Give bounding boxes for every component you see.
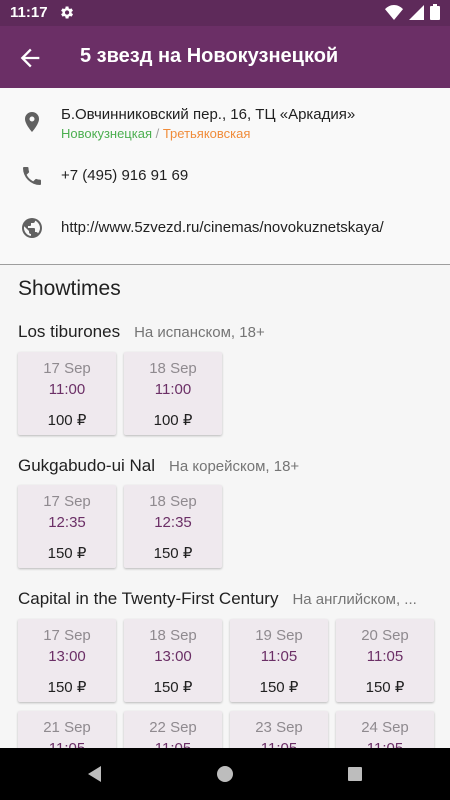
session-price: 150 ₽ [47,679,87,696]
phone-text: +7 (495) 916 91 69 [61,167,189,184]
session-date: 18 Sep [149,493,197,510]
settings-icon [58,4,75,26]
session-card[interactable]: 18 Sep 13:00 150 ₽ [124,619,222,702]
session-card[interactable]: 19 Sep 11:05 150 ₽ [230,619,328,702]
nav-recents-icon[interactable] [343,762,367,786]
session-grid: 21 Sep 11:05 22 Sep 11:05 23 Sep 11:05 2… [18,711,434,748]
movie-header: Capital in the Twenty-First Century На а… [18,589,438,609]
address-text: Б.Овчинниковский пер., 16, ТЦ «Аркадия» [61,106,356,123]
nav-back-icon[interactable] [83,762,107,786]
location-pin-icon [20,110,44,134]
globe-icon [20,216,44,240]
session-card[interactable]: 18 Sep 11:00 100 ₽ [124,352,222,435]
status-time: 11:17 [10,4,48,21]
movie-header: Los tiburones На испанском, 18+ [18,322,438,342]
session-card[interactable]: 24 Sep 11:05 [336,711,434,748]
status-bar: 11:17 [0,0,450,26]
session-date: 24 Sep [361,719,409,736]
session-price: 100 ₽ [153,412,193,429]
movie-meta: На английском, ... [292,591,417,608]
session-date: 17 Sep [43,627,91,644]
signal-icon [409,4,424,25]
session-time: 13:00 [48,648,86,665]
session-time: 11:00 [48,381,86,398]
session-price: 150 ₽ [153,545,193,562]
session-grid: 17 Sep 12:35 150 ₽ 18 Sep 12:35 150 ₽ [18,485,222,568]
nav-home-icon[interactable] [213,762,237,786]
session-date: 20 Sep [361,627,409,644]
session-time: 11:05 [124,740,222,748]
movie-title: Gukgabudo-ui Nal [18,456,156,475]
session-date: 18 Sep [149,360,197,377]
session-time: 12:35 [154,514,192,531]
metro-station-2: Третьяковская [162,126,251,141]
session-time: 12:35 [48,514,86,531]
back-arrow-icon[interactable] [16,44,44,72]
movie-meta: На корейском, 18+ [169,458,300,475]
movie-title: Los tiburones [18,322,121,341]
session-time: 13:00 [154,648,192,665]
session-price: 150 ₽ [365,679,405,696]
session-card[interactable]: 23 Sep 11:05 [230,711,328,748]
session-card[interactable]: 21 Sep 11:05 [18,711,116,748]
session-date: 21 Sep [43,719,91,736]
movie-meta: На испанском, 18+ [134,324,265,341]
session-time: 11:00 [154,381,192,398]
session-date: 22 Sep [149,719,197,736]
session-price: 150 ₽ [153,679,193,696]
session-time: 11:05 [18,740,116,748]
session-time: 11:05 [260,648,298,665]
battery-icon [430,4,440,25]
session-time: 11:05 [336,740,434,748]
session-card[interactable]: 22 Sep 11:05 [124,711,222,748]
session-date: 19 Sep [255,627,303,644]
session-card[interactable]: 17 Sep 11:00 100 ₽ [18,352,116,435]
showtimes-heading: Showtimes [18,277,121,300]
showtimes-section: Showtimes Los tiburones На испанском, 18… [0,264,450,748]
website-link[interactable]: http://www.5zvezd.ru/cinemas/novokuznets… [61,219,384,236]
session-date: 17 Sep [43,360,91,377]
session-time: 11:05 [366,648,404,665]
page-title: 5 звезд на Новокузнецкой [80,45,339,67]
system-nav-bar [0,748,450,800]
movie-title: Capital in the Twenty-First Century [18,589,279,608]
metro-stations: Новокузнецкая / Третьяковская [61,126,250,141]
metro-station-1: Новокузнецкая [61,126,152,141]
movie-header: Gukgabudo-ui Nal На корейском, 18+ [18,456,438,476]
app-bar: 5 звезд на Новокузнецкой [0,26,450,88]
phone-icon [20,164,44,188]
wifi-icon [385,4,403,25]
session-time: 11:05 [230,740,328,748]
session-date: 23 Sep [255,719,303,736]
session-date: 17 Sep [43,493,91,510]
cinema-info: Б.Овчинниковский пер., 16, ТЦ «Аркадия» … [0,88,450,265]
session-card[interactable]: 17 Sep 13:00 150 ₽ [18,619,116,702]
session-grid: 17 Sep 11:00 100 ₽ 18 Sep 11:00 100 ₽ [18,352,222,435]
session-card[interactable]: 17 Sep 12:35 150 ₽ [18,485,116,568]
session-card[interactable]: 20 Sep 11:05 150 ₽ [336,619,434,702]
session-grid: 17 Sep 13:00 150 ₽ 18 Sep 13:00 150 ₽ 19… [18,619,434,702]
session-card[interactable]: 18 Sep 12:35 150 ₽ [124,485,222,568]
session-price: 150 ₽ [47,545,87,562]
session-price: 150 ₽ [259,679,299,696]
session-price: 100 ₽ [47,412,87,429]
metro-separator: / [152,126,163,141]
session-date: 18 Sep [149,627,197,644]
